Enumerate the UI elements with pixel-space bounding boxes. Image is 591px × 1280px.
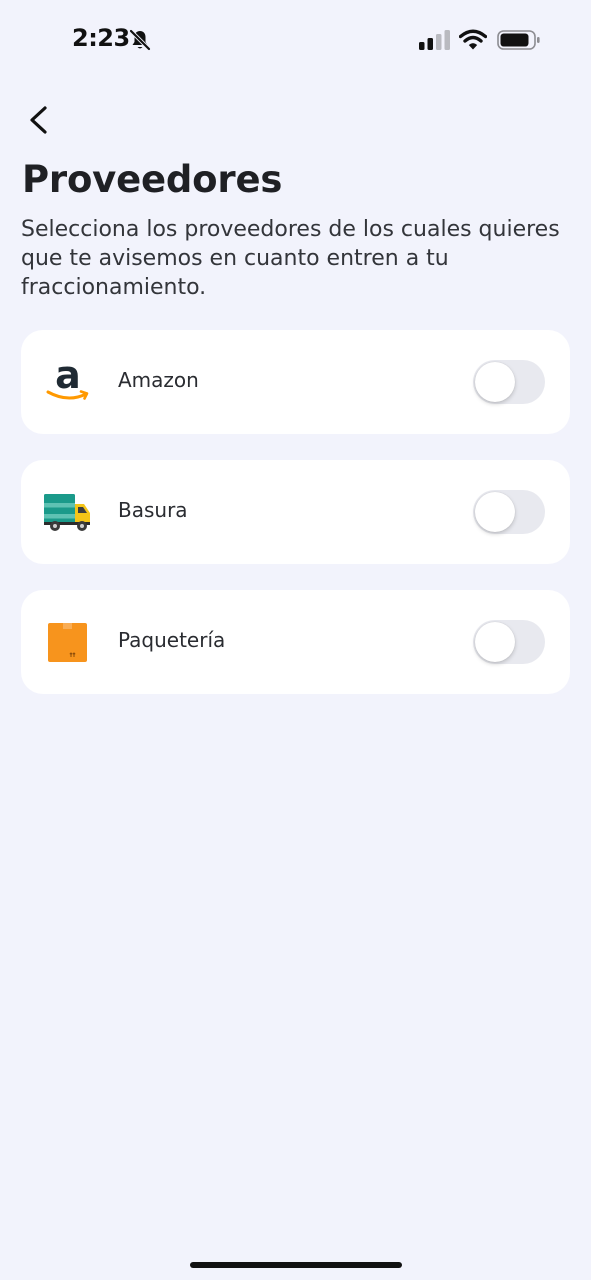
toggle-knob bbox=[475, 362, 515, 402]
toggle-knob bbox=[475, 492, 515, 532]
bell-slash-icon bbox=[129, 29, 151, 51]
package-box-icon bbox=[48, 623, 87, 662]
status-time: 2:23 bbox=[72, 24, 130, 52]
page-title: Proveedores bbox=[22, 158, 283, 201]
toggle-amazon[interactable] bbox=[473, 360, 545, 404]
amazon-logo-icon: a bbox=[46, 358, 89, 400]
page-description: Selecciona los proveedores de los cuales… bbox=[21, 217, 560, 300]
chevron-left-icon bbox=[30, 106, 47, 134]
home-indicator[interactable] bbox=[190, 1262, 402, 1268]
battery-icon bbox=[497, 30, 540, 50]
wifi-icon bbox=[459, 29, 487, 50]
status-bar: 2:23 bbox=[0, 0, 591, 80]
garbage-truck-icon bbox=[44, 494, 90, 531]
provider-card-paqueteria: Paquetería bbox=[21, 590, 570, 694]
toggle-knob bbox=[475, 622, 515, 662]
provider-label-amazon: Amazon bbox=[118, 368, 199, 392]
back-button[interactable] bbox=[22, 100, 58, 140]
provider-card-basura: Basura bbox=[21, 460, 570, 564]
toggle-basura[interactable] bbox=[473, 490, 545, 534]
provider-card-amazon: a Amazon bbox=[21, 330, 570, 434]
provider-label-basura: Basura bbox=[118, 498, 188, 522]
cellular-signal-icon bbox=[419, 30, 450, 50]
provider-label-paqueteria: Paquetería bbox=[118, 628, 226, 652]
svg-text:a: a bbox=[55, 358, 81, 397]
toggle-paqueteria[interactable] bbox=[473, 620, 545, 664]
